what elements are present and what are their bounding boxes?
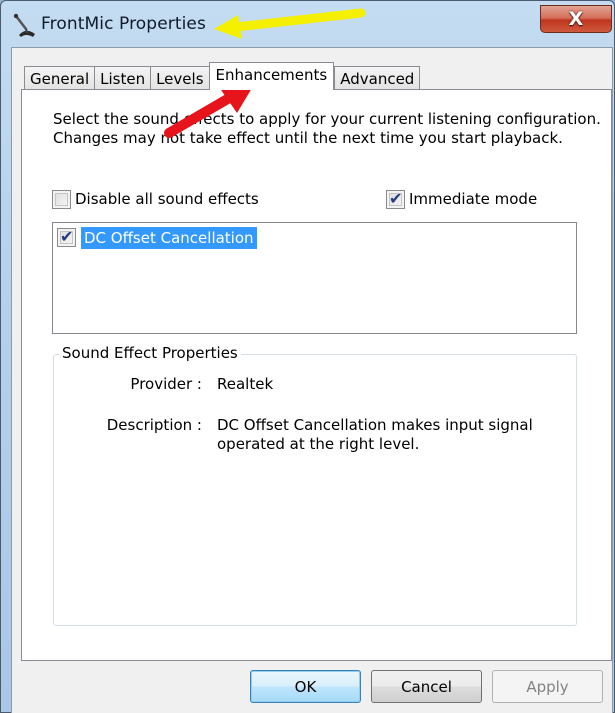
title-bar[interactable]: FrontMic Properties X	[1, 1, 614, 47]
disable-all-checkbox[interactable]	[52, 190, 71, 209]
tab-listen[interactable]: Listen	[94, 66, 152, 90]
tab-strip: General Listen Levels Enhancements Advan…	[24, 62, 421, 90]
immediate-mode-checkbox[interactable]: ✔	[386, 189, 405, 209]
intro-line-2: Changes may not take effect until the ne…	[53, 129, 563, 147]
effect-checkbox[interactable]: ✔	[57, 227, 76, 247]
disable-all-label[interactable]: Disable all sound effects	[75, 190, 259, 208]
intro-line-1: Select the sound effects to apply for yo…	[53, 110, 601, 128]
effect-label[interactable]: DC Offset Cancellation	[81, 227, 257, 249]
check-mark-icon: ✔	[60, 227, 74, 246]
enhancements-panel: Select the sound effects to apply for yo…	[21, 89, 612, 661]
microphone-icon	[13, 13, 35, 37]
tab-enhancements[interactable]: Enhancements	[208, 62, 335, 90]
provider-value: Realtek	[217, 375, 274, 393]
close-icon: X	[568, 8, 584, 30]
provider-label: Provider :	[130, 375, 202, 393]
description-value: DC Offset Cancellation makes input signa…	[217, 416, 537, 454]
close-button[interactable]: X	[540, 5, 612, 33]
group-legend: Sound Effect Properties	[59, 344, 241, 362]
intro-text: Select the sound effects to apply for yo…	[53, 110, 601, 148]
cancel-button[interactable]: Cancel	[371, 670, 482, 703]
sound-effect-properties-group: Sound Effect Properties Provider : Realt…	[53, 344, 577, 626]
description-line-2: operated at the right level.	[217, 435, 420, 453]
tab-general[interactable]: General	[24, 66, 96, 90]
properties-window: FrontMic Properties X General Listen Lev…	[0, 0, 615, 713]
description-line-1: DC Offset Cancellation makes input signa…	[217, 416, 533, 434]
tab-levels[interactable]: Levels	[150, 66, 210, 90]
apply-button[interactable]: Apply	[492, 670, 603, 703]
dialog-client-area: General Listen Levels Enhancements Advan…	[11, 47, 613, 713]
tab-advanced[interactable]: Advanced	[334, 66, 421, 90]
immediate-mode-label[interactable]: Immediate mode	[409, 190, 537, 208]
ok-button[interactable]: OK	[250, 670, 361, 703]
description-label: Description :	[106, 416, 202, 434]
sound-effects-list[interactable]: ✔ DC Offset Cancellation	[52, 222, 577, 334]
window-title: FrontMic Properties	[41, 14, 206, 34]
check-mark-icon: ✔	[389, 189, 403, 208]
